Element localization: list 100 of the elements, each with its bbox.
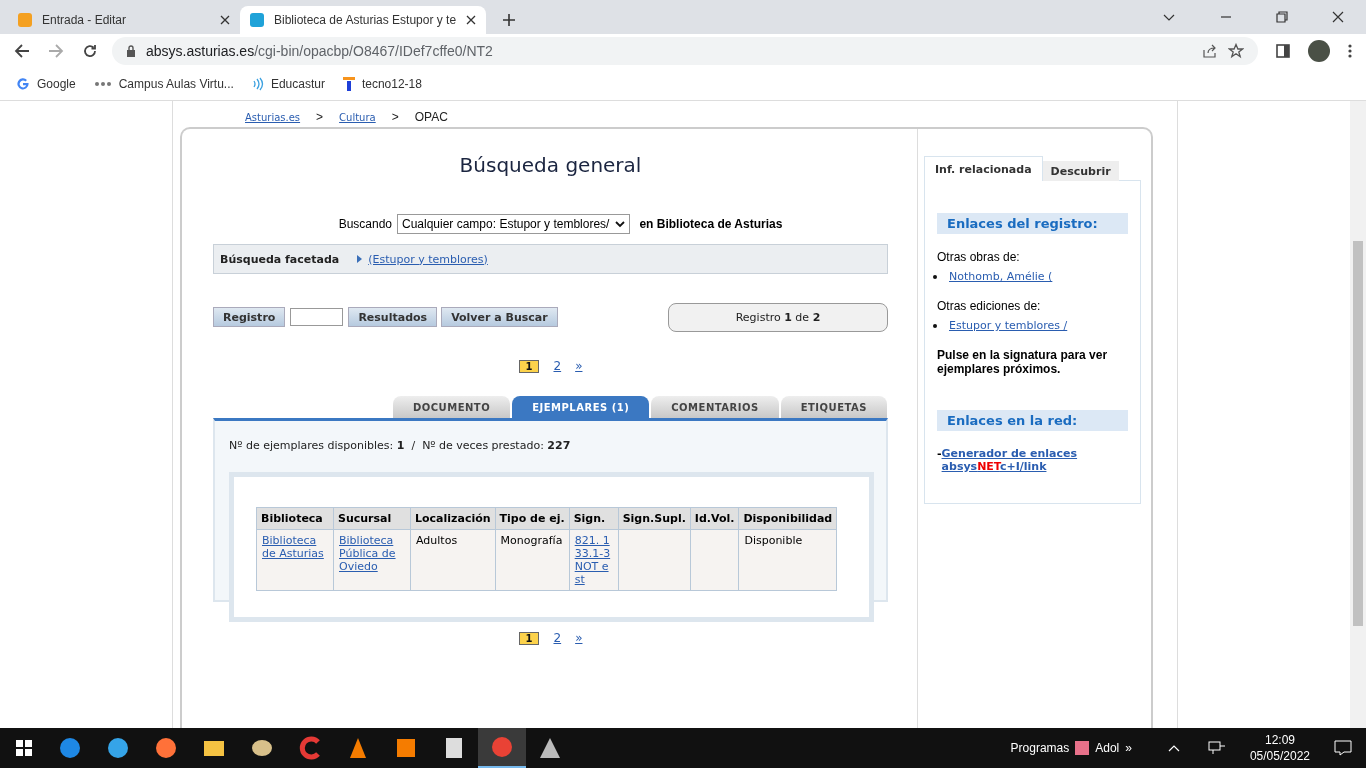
page-link[interactable]: » (575, 359, 583, 373)
app-tray-icon (1075, 741, 1090, 755)
bullet-icon (933, 323, 937, 328)
avatar-icon[interactable] (1308, 40, 1330, 62)
network-icon[interactable] (1207, 741, 1226, 755)
address-bar[interactable]: absys.asturias.es/cgi-bin/opacbp/O8467/IDef7cffe0/NT2 (112, 37, 1258, 65)
close-icon[interactable] (220, 15, 230, 25)
page-link[interactable]: 1 (518, 631, 540, 645)
side-tab[interactable]: Inf. relacionada (924, 156, 1043, 181)
new-tab-icon[interactable] (502, 13, 517, 27)
breadcrumb-separator: > (316, 110, 324, 124)
dash-text: - (937, 447, 942, 462)
column-header: Biblioteca (256, 507, 334, 530)
page-link[interactable]: » (575, 631, 583, 645)
record-counter: Registro 1 de 2 (668, 302, 888, 332)
section-heading: Enlaces del registro: (937, 213, 1128, 234)
bookmark-label: Educastur (270, 77, 325, 91)
bookmark[interactable]: Campus Aulas Virtu... (93, 77, 234, 91)
cell-link[interactable]: 821. 133.1-3 NOT est (574, 534, 613, 586)
record-tab[interactable]: ETIQUETAS (780, 396, 887, 418)
side-tab[interactable]: Descubrir (1042, 161, 1119, 181)
related-link[interactable]: Estupor y temblores / (949, 319, 1068, 332)
time-text: 12:09 (1264, 732, 1295, 748)
back-arrow-icon[interactable] (14, 43, 30, 59)
close-icon[interactable] (466, 15, 477, 25)
breadcrumb-separator: > (391, 110, 399, 124)
facet-link[interactable]: (Estupor y temblores) (368, 252, 488, 266)
record-tab[interactable]: EJEMPLARES (1) (512, 396, 650, 418)
lock-icon (126, 45, 136, 57)
nav-button[interactable]: Registro (213, 307, 286, 327)
caret-icon (615, 220, 626, 228)
t-logo-icon (342, 77, 355, 91)
group-label: Otras obras de: (937, 250, 1021, 264)
clock[interactable]: 12:09 05/05/2022 (1249, 732, 1310, 764)
windows-start-icon[interactable] (16, 740, 32, 756)
scroll-thumb[interactable] (1353, 241, 1363, 626)
nav-button[interactable]: Resultados (348, 307, 438, 327)
column-header: Sign. (569, 507, 619, 530)
notification-icon[interactable] (1334, 740, 1352, 756)
bookmark[interactable]: tecno12-18 (342, 77, 422, 91)
section-heading: Enlaces en la red: (937, 410, 1128, 431)
column-header: Disponibilidad (738, 507, 837, 530)
bookmark-label: Campus Aulas Virtu... (118, 77, 234, 91)
column-header: Tipo de ej. (495, 507, 570, 530)
share-icon[interactable] (1202, 43, 1218, 59)
bookmark-label: tecno12-18 (361, 77, 422, 91)
column-header: Localización (410, 507, 496, 530)
restore-icon[interactable] (1276, 11, 1288, 23)
breadcrumb-current: OPAC (414, 110, 448, 124)
related-link[interactable]: Nothomb, Amélie ( (949, 270, 1053, 283)
page-link[interactable]: 1 (518, 359, 540, 373)
overflow-chevron[interactable]: » (1125, 741, 1132, 755)
page-title: Búsqueda general (458, 153, 643, 179)
menu-icon[interactable] (1348, 43, 1352, 59)
chevron-down-icon[interactable] (1162, 13, 1176, 23)
column-header: Sucursal (333, 507, 411, 530)
reload-icon[interactable] (82, 43, 98, 59)
g-logo-icon (16, 77, 30, 91)
cell-link[interactable]: Biblioteca Pública de Oviedo (339, 534, 405, 573)
page-link[interactable]: 2 (553, 631, 562, 645)
column-header: Sign.Supl. (618, 507, 691, 530)
nav-button[interactable]: Volver a Buscar (441, 307, 558, 327)
bookmark[interactable]: Google (16, 77, 76, 91)
page-link[interactable]: 2 (553, 359, 562, 373)
tray-app-label[interactable]: Adol (1095, 741, 1120, 755)
scrollbar[interactable] (1350, 101, 1366, 728)
tab-title: Entrada - Editar (42, 13, 128, 27)
generator-link[interactable]: Generador de enlaces absysNETc+I/link (941, 447, 1127, 473)
note-text: Pulse en la signatura para ver ejemplares próximos. (937, 348, 1109, 376)
bullet-icon (933, 274, 937, 279)
waves-icon (251, 77, 264, 91)
breadcrumb-link[interactable]: Asturias.es (245, 111, 301, 123)
group-label: Otras ediciones de: (937, 299, 1042, 313)
triangle-icon (357, 255, 363, 263)
record-tab[interactable]: DOCUMENTO (392, 396, 511, 418)
column-header: Id.Vol. (690, 507, 739, 530)
url-text: absys.asturias.es/cgi-bin/opacbp/O8467/IDef7cffe0/NT2 (146, 43, 493, 59)
cell-link[interactable]: Biblioteca de Asturias (262, 534, 328, 560)
bookmark[interactable]: Educastur (251, 77, 325, 91)
record-number-field[interactable] (290, 308, 344, 326)
tab-title: Biblioteca de Asturias Estupor y te (274, 13, 457, 27)
search-label: Buscando (338, 217, 392, 231)
date-text: 05/05/2022 (1249, 748, 1310, 764)
chevron-up-icon[interactable] (1167, 744, 1180, 752)
cell-text: Monografía (500, 534, 563, 547)
cell-text: Adultos (416, 534, 458, 547)
toolbar-label[interactable]: Programas (1010, 741, 1070, 755)
close-icon[interactable] (1332, 11, 1344, 23)
copies-summary: Nº de ejemplares disponibles: 1 / Nº de veces prestado: 227 (229, 439, 572, 452)
star-icon[interactable] (1228, 43, 1244, 59)
browser-tab[interactable]: Entrada - Editar (8, 6, 240, 34)
facets-label: Búsqueda facetada (220, 252, 340, 266)
search-field-dropdown[interactable]: Cualquier campo: Estupor y temblores/ (397, 214, 631, 234)
search-scope: en Biblioteca de Asturias (639, 217, 783, 231)
breadcrumb-link[interactable]: Cultura (339, 111, 376, 123)
bookmark-label: Google (37, 77, 76, 91)
browser-tab[interactable]: Biblioteca de Asturias Estupor y te (240, 6, 487, 34)
side-panel-icon[interactable] (1276, 44, 1290, 58)
record-tab[interactable]: COMENTARIOS (651, 396, 779, 418)
cell-text: Disponible (744, 534, 803, 547)
